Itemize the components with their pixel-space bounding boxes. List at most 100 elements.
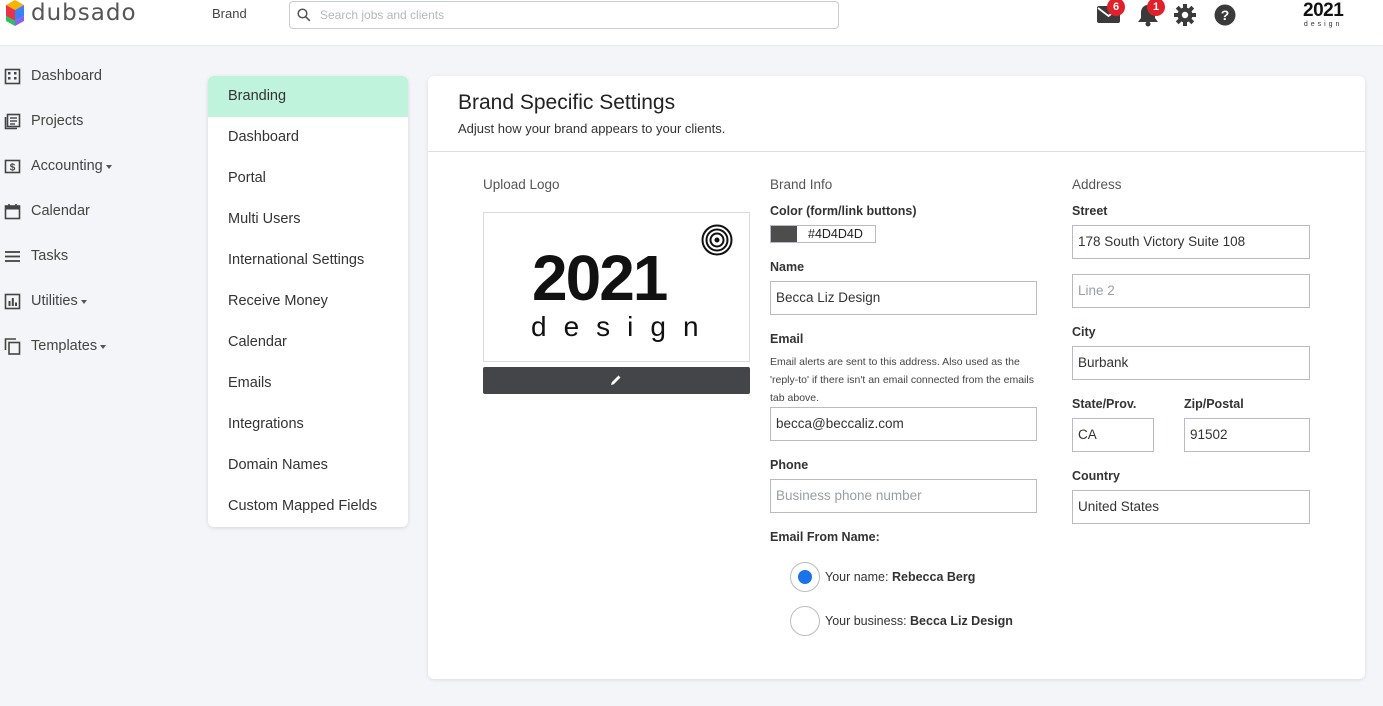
settings-menu-item-multi-users[interactable]: Multi Users — [208, 199, 408, 240]
breadcrumb: Brand — [212, 6, 247, 21]
street-field[interactable]: 178 South Victory Suite 108 — [1072, 225, 1310, 259]
page-subtitle: Adjust how your brand appears to your cl… — [458, 121, 726, 136]
country-label: Country — [1072, 469, 1120, 483]
settings-menu-item-receive-money[interactable]: Receive Money — [208, 281, 408, 322]
sidebar-item-templates[interactable]: Templates — [4, 335, 107, 357]
settings-menu-item-custom-mapped-fields[interactable]: Custom Mapped Fields — [208, 486, 408, 527]
settings-menu-item-integrations[interactable]: Integrations — [208, 404, 408, 445]
help-icon: ? — [1214, 4, 1236, 26]
divider — [428, 151, 1365, 152]
building-icon — [4, 68, 31, 85]
radio-business-prefix: Your business: — [825, 614, 907, 628]
brand-logo-number: 2021 — [1303, 0, 1344, 21]
projects-icon — [4, 113, 31, 130]
copy-icon — [4, 337, 31, 355]
radio-name-prefix: Your name: — [825, 570, 889, 584]
target-mark-icon — [701, 224, 733, 256]
notifications-button[interactable]: 1 — [1137, 0, 1165, 32]
logo-preview: 2021 design — [483, 212, 750, 362]
settings-menu-item-portal[interactable]: Portal — [208, 158, 408, 199]
country-field[interactable]: United States — [1072, 490, 1310, 524]
phone-label: Phone — [770, 458, 809, 472]
sidebar-item-label: Templates — [31, 338, 98, 354]
search-icon — [297, 8, 311, 22]
notification-count-badge: 1 — [1147, 0, 1165, 16]
radio-selected-dot — [798, 570, 812, 584]
mail-button[interactable]: 6 — [1097, 0, 1125, 30]
pencil-icon — [611, 375, 621, 385]
sidebar-item-label: Utilities — [31, 293, 78, 309]
email-from-label: Email From Name: — [770, 530, 880, 544]
brand-info-heading: Brand Info — [770, 177, 833, 192]
sidebar-item-tasks[interactable]: Tasks — [4, 245, 68, 267]
settings-button[interactable] — [1174, 4, 1196, 31]
svg-text:?: ? — [1221, 7, 1230, 23]
street-label: Street — [1072, 204, 1108, 218]
settings-menu-item-international-settings[interactable]: International Settings — [208, 240, 408, 281]
help-button[interactable]: ? — [1214, 4, 1236, 31]
mail-count-badge: 6 — [1107, 0, 1125, 16]
dollar-icon: $ — [4, 158, 31, 175]
name-label: Name — [770, 260, 805, 274]
sidebar-item-label: Tasks — [31, 248, 69, 264]
brand-logo-word: design — [1303, 21, 1343, 28]
edit-logo-button[interactable] — [483, 367, 750, 394]
address-heading: Address — [1072, 177, 1122, 192]
sidebar-item-label: Accounting — [31, 158, 103, 174]
sidebar-item-accounting[interactable]: $ Accounting — [4, 155, 112, 177]
sidebar-item-dashboard[interactable]: Dashboard — [4, 65, 102, 87]
zip-field[interactable]: 91502 — [1184, 418, 1310, 452]
radio-business-value: Becca Liz Design — [910, 614, 1013, 628]
color-label: Color (form/link buttons) — [770, 204, 917, 218]
caret-down-icon — [105, 165, 112, 169]
radio-your-business[interactable] — [790, 606, 820, 636]
settings-menu: Branding Dashboard Portal Multi Users Intern… — [208, 76, 408, 527]
gear-icon — [1174, 4, 1196, 26]
color-hex-value[interactable]: #4D4D4D — [808, 226, 874, 242]
sidebar-item-label: Projects — [31, 113, 84, 129]
email-label: Email — [770, 332, 804, 346]
radio-name-value: Rebecca Berg — [891, 570, 976, 584]
bar-chart-icon — [4, 293, 31, 310]
sidebar-item-utilities[interactable]: Utilities — [4, 290, 87, 312]
search-input[interactable] — [320, 5, 820, 25]
caret-down-icon — [80, 300, 87, 304]
sidebar-item-calendar[interactable]: Calendar — [4, 200, 90, 222]
color-swatch[interactable] — [771, 226, 797, 242]
color-picker[interactable]: #4D4D4D — [770, 225, 876, 243]
email-field[interactable]: becca@beccaliz.com — [770, 407, 1037, 441]
sidebar-item-projects[interactable]: Projects — [4, 110, 83, 132]
city-field[interactable]: Burbank — [1072, 346, 1310, 380]
state-field[interactable]: CA — [1072, 418, 1154, 452]
search-box[interactable] — [289, 1, 839, 29]
settings-menu-item-emails[interactable]: Emails — [208, 363, 408, 404]
settings-menu-item-dashboard[interactable]: Dashboard — [208, 117, 408, 158]
radio-your-business-label[interactable]: Your business: Becca Liz Design — [825, 614, 1013, 628]
brand-name-field[interactable]: Becca Liz Design — [770, 281, 1037, 315]
radio-your-name[interactable] — [790, 562, 820, 592]
brand-settings-card: Brand Specific Settings Adjust how your … — [428, 76, 1365, 679]
city-label: City — [1072, 325, 1096, 339]
calendar-icon — [4, 203, 31, 220]
address-line2-field[interactable]: Line 2 — [1072, 274, 1310, 308]
svg-text:$: $ — [10, 162, 16, 173]
settings-menu-item-calendar[interactable]: Calendar — [208, 322, 408, 363]
upload-logo-heading: Upload Logo — [483, 177, 560, 192]
dubsado-logo-icon — [4, 0, 26, 28]
caret-down-icon — [100, 345, 107, 349]
brand-logo-thumbnail[interactable]: 2021 design — [1303, 0, 1344, 29]
app-logo[interactable]: dubsado — [4, 0, 137, 28]
app-name: dubsado — [31, 0, 137, 26]
radio-your-name-label[interactable]: Your name: Rebecca Berg — [825, 570, 975, 584]
page-title: Brand Specific Settings — [458, 91, 676, 114]
sidebar-item-label: Dashboard — [31, 68, 102, 84]
settings-menu-item-domain-names[interactable]: Domain Names — [208, 445, 408, 486]
settings-menu-item-branding[interactable]: Branding — [208, 76, 408, 117]
state-label: State/Prov. — [1072, 397, 1137, 411]
top-bar: dubsado Brand 6 1 — [0, 0, 1383, 46]
zip-label: Zip/Postal — [1184, 397, 1244, 411]
phone-field[interactable]: Business phone number — [770, 479, 1037, 513]
list-icon — [4, 248, 31, 265]
logo-preview-number: 2021 — [532, 242, 668, 314]
email-help-text: Email alerts are sent to this address. A… — [770, 356, 1034, 404]
